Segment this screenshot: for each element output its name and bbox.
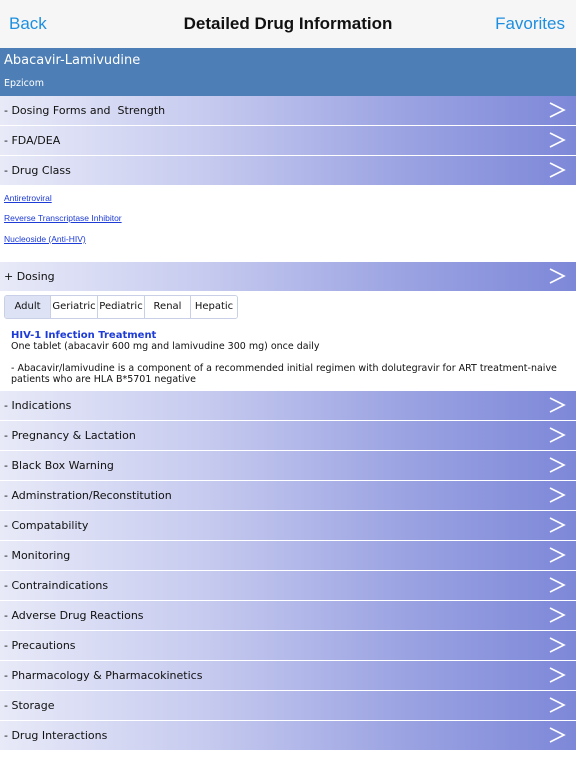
section-label: - Black Box Warning [4,459,114,472]
section-label: - Adminstration/Reconstitution [4,489,172,502]
drug-class-panel: Antiretroviral Reverse Transcriptase Inh… [0,186,576,262]
tab-pediatric[interactable]: Pediatric [98,296,145,318]
section-fda-dea[interactable]: - FDA/DEA [0,126,576,156]
favorites-button[interactable]: Favorites [495,14,565,34]
drug-header: Abacavir-Lamivudine Epzicom [0,48,576,96]
section-label: - Pharmacology & Pharmacokinetics [4,669,203,682]
section-pregnancy-lactation[interactable]: - Pregnancy & Lactation [0,421,576,451]
tab-adult[interactable]: Adult [5,296,51,318]
dosing-segmented-control: Adult Geriatric Pediatric Renal Hepatic [4,295,238,319]
section-label: - Pregnancy & Lactation [4,429,136,442]
section-administration[interactable]: - Adminstration/Reconstitution [0,481,576,511]
section-label: - Drug Class [4,164,71,177]
tab-renal[interactable]: Renal [145,296,191,318]
section-monitoring[interactable]: - Monitoring [0,541,576,571]
dosing-instruction: One tablet (abacavir 600 mg and lamivudi… [11,341,320,352]
chevron-right-icon [549,637,566,653]
tab-hepatic[interactable]: Hepatic [191,296,237,318]
section-black-box-warning[interactable]: - Black Box Warning [0,451,576,481]
dosing-indication-title: HIV-1 Infection Treatment [11,330,157,341]
chevron-right-icon [549,427,566,443]
section-label: - Dosing Forms and Strength [4,104,166,117]
chevron-right-icon [549,517,566,533]
section-compatability[interactable]: - Compatability [0,511,576,541]
section-label: - Precautions [4,639,76,652]
page-title: Detailed Drug Information [183,14,393,33]
dosing-note-line-1: - Abacavir/lamivudine is a component of … [11,363,557,374]
chevron-right-icon [549,667,566,683]
chevron-right-icon [549,607,566,623]
section-label: - FDA/DEA [4,134,61,147]
chevron-right-icon [549,132,566,148]
drug-class-link-antiretroviral[interactable]: Antiretroviral [4,193,52,203]
dosing-panel: Adult Geriatric Pediatric Renal Hepatic … [0,292,576,390]
chevron-right-icon [549,102,566,118]
section-pharmacology[interactable]: - Pharmacology & Pharmacokinetics [0,661,576,691]
section-adverse-reactions[interactable]: - Adverse Drug Reactions [0,601,576,631]
chevron-right-icon [549,162,566,178]
chevron-right-icon [549,397,566,413]
section-label: - Adverse Drug Reactions [4,609,144,622]
drug-brand-name: Epzicom [4,78,44,89]
section-storage[interactable]: - Storage [0,691,576,721]
section-contraindications[interactable]: - Contraindications [0,571,576,601]
chevron-right-icon [549,268,566,284]
dosing-note-line-2: patients who are HLA B*5701 negative [11,374,196,385]
chevron-right-icon [549,577,566,593]
section-indications[interactable]: - Indications [0,391,576,421]
section-dosing-forms[interactable]: - Dosing Forms and Strength [0,96,576,126]
chevron-right-icon [549,487,566,503]
section-drug-class[interactable]: - Drug Class [0,156,576,186]
chevron-right-icon [549,547,566,563]
drug-class-link-rti[interactable]: Reverse Transcriptase Inhibitor [4,213,122,223]
section-label: - Indications [4,399,72,412]
section-label: + Dosing [4,270,55,283]
section-label: - Compatability [4,519,89,532]
section-dosing[interactable]: + Dosing [0,262,576,292]
drug-class-link-nucleoside[interactable]: Nucleoside (Anti-HIV) [4,234,86,244]
section-drug-interactions[interactable]: - Drug Interactions [0,721,576,751]
tab-geriatric[interactable]: Geriatric [51,296,98,318]
chevron-right-icon [549,727,566,743]
chevron-right-icon [549,697,566,713]
section-label: - Contraindications [4,579,109,592]
drug-name: Abacavir-Lamivudine [4,53,141,68]
section-label: - Storage [4,699,55,712]
section-label: - Monitoring [4,549,71,562]
section-precautions[interactable]: - Precautions [0,631,576,661]
chevron-right-icon [549,457,566,473]
section-label: - Drug Interactions [4,729,108,742]
navigation-bar: Back Detailed Drug Information Favorites [0,0,576,49]
